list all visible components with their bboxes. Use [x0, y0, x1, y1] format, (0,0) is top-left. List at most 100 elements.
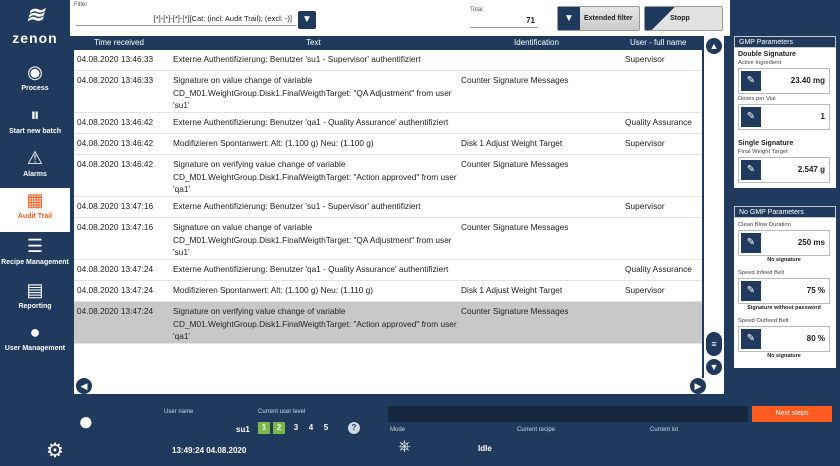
sidebar-item-label: Alarms [23, 171, 47, 178]
pencil-icon: ✎ [741, 233, 761, 253]
sidebar-item-recipe-management[interactable]: ☰ Recipe Management [0, 234, 70, 276]
filter-button[interactable]: ▼ [298, 11, 316, 29]
pencil-icon: ✎ [741, 71, 761, 91]
next-steps-button[interactable]: Next steps [752, 406, 832, 422]
horizontal-scrollbar[interactable]: ◀ ▶ [74, 378, 724, 394]
table-row[interactable]: 04.08.2020 13:46:33 Signature on value ch… [74, 71, 702, 113]
cell-text: Externe Authentifizierung: Benutzer 'qa1… [173, 264, 449, 274]
double-signature-heading: Double Signature [738, 51, 796, 58]
infeed-label: Speed Infeed Belt [738, 270, 785, 276]
message-line [388, 406, 748, 422]
table-row[interactable]: 04.08.2020 13:46:42 Externe Authentifizie… [74, 113, 702, 134]
cell-time: 04.08.2020 13:46:33 [77, 75, 154, 85]
scroll-up-button[interactable]: ▲ [706, 38, 722, 54]
help-icon[interactable]: ? [348, 422, 360, 434]
table-row[interactable]: 04.08.2020 13:47:24 Modifizieren Spontanw… [74, 281, 702, 302]
active-ingredient-field[interactable]: ✎ 23.40 mg [738, 68, 830, 94]
cell-time: 04.08.2020 13:46:33 [77, 54, 154, 64]
funnel-icon: ▼ [302, 14, 312, 25]
doses-field[interactable]: ✎ 1 [738, 104, 830, 130]
pencil-icon: ✎ [741, 329, 761, 349]
doses-label: Doses per Vial [738, 96, 776, 102]
column-header-text[interactable]: Text [306, 38, 321, 47]
sidebar-item-label: Audit Trail [17, 213, 53, 220]
pencil-icon: ✎ [741, 160, 761, 180]
cell-time: 04.08.2020 13:47:16 [77, 222, 154, 232]
gmp-parameters-panel: GMP Parameters Double Signature Active I… [734, 36, 836, 188]
scroll-down-button[interactable]: ▼ [706, 359, 722, 375]
final-weight-label: Final Weight Target [738, 149, 788, 155]
outfeed-note: No signature [767, 353, 801, 359]
chevron-down-icon: ▼ [709, 362, 719, 372]
current-lot-label: Current lot [650, 427, 679, 433]
cell-user: Supervisor [625, 201, 665, 211]
table-row[interactable]: 04.08.2020 13:46:33 Externe Authentifizie… [74, 50, 702, 71]
table-row[interactable]: 04.08.2020 13:47:16 Signature on value ch… [74, 218, 702, 260]
cell-text: Signature on value change of variable CD… [173, 222, 452, 257]
table-row[interactable]: 04.08.2020 13:46:42 Signature on verifyin… [74, 155, 702, 197]
cell-user: Quality Assurance [625, 117, 692, 127]
table-row[interactable]: 04.08.2020 13:46:42 Modifizieren Spontanw… [74, 134, 702, 155]
infeed-field[interactable]: ✎ 75 % [738, 278, 830, 304]
user-level-4: 4 [308, 423, 314, 432]
cell-time: 04.08.2020 13:47:24 [77, 306, 154, 316]
cell-text: Externe Authentifizierung: Benutzer 'qa1… [173, 117, 449, 127]
user-name-label: User name [164, 409, 194, 415]
no-gmp-title: No GMP Parameters [734, 206, 836, 218]
current-datetime: 13:49:24 04.08.2020 [172, 446, 247, 455]
cell-identification: Counter Signature Messages [461, 222, 569, 232]
sidebar-item-audit-trail[interactable]: ▦ Audit Trail [0, 188, 70, 232]
sidebar-item-reporting[interactable]: ▤ Reporting [0, 278, 70, 320]
sidebar-item-alarms[interactable]: ⚠ Alarms [0, 146, 70, 188]
pause-icon: ⏸ [30, 105, 40, 125]
chevron-up-icon: ▲ [709, 41, 719, 51]
logo-mark: ≋ [25, 2, 45, 27]
mode-value: Idle [478, 444, 492, 453]
column-header-user[interactable]: User - full name [630, 38, 686, 47]
user-level-5: 5 [323, 423, 329, 432]
vertical-scrollbar[interactable]: ▲ ≡ ▼ [704, 36, 724, 378]
clean-blow-field[interactable]: ✎ 250 ms [738, 230, 830, 256]
extended-filter-button[interactable]: ▼ Extended filter [557, 6, 640, 31]
outfeed-field[interactable]: ✎ 80 % [738, 326, 830, 352]
pencil-icon: ✎ [741, 107, 761, 127]
user-level-1: 1 [258, 422, 270, 434]
cell-user: Supervisor [625, 54, 665, 64]
column-header-identification[interactable]: Identification [514, 38, 559, 47]
table-row[interactable]: 04.08.2020 13:47:16 Externe Authentifizie… [74, 197, 702, 218]
scroll-right-button[interactable]: ▶ [690, 378, 706, 394]
gear-icon[interactable]: ⚙ [46, 438, 64, 463]
cell-identification: Counter Signature Messages [461, 159, 569, 169]
clean-blow-note: No signature [767, 257, 801, 263]
cell-user: Quality Assurance [625, 264, 692, 274]
zenon-logo: ≋ zenon [0, 0, 70, 54]
user-level-label: Current user level [258, 409, 306, 415]
status-bar: ● ⚙ User name su1 Current user level 1 2… [0, 400, 840, 466]
stopp-button[interactable]: Stopp [644, 6, 723, 31]
final-weight-field[interactable]: ✎ 2.547 g [738, 157, 830, 183]
table-row[interactable]: 04.08.2020 13:47:24 Signature on verifyin… [74, 302, 702, 344]
sidebar-item-process[interactable]: ◉ Process [0, 60, 70, 102]
user-name: su1 [236, 425, 250, 434]
gmp-title: GMP Parameters [734, 36, 836, 48]
cell-time: 04.08.2020 13:47:24 [77, 285, 154, 295]
sidebar-item-label: Process [21, 85, 49, 92]
active-ingredient-value: 23.40 mg [790, 76, 825, 85]
cell-identification: Counter Signature Messages [461, 306, 569, 316]
doses-value: 1 [820, 112, 825, 121]
cell-text: Signature on verifying value change of v… [173, 306, 457, 341]
sidebar-item-start-new-batch[interactable]: ⏸ Start new batch [0, 103, 70, 145]
sidebar-item-user-management[interactable]: ● User Management [0, 320, 70, 362]
column-header-time[interactable]: Time received [94, 38, 144, 47]
cell-user: Supervisor [625, 285, 665, 295]
scroll-thumb[interactable]: ≡ [706, 332, 722, 356]
filter-input[interactable]: [*]-[*]-[*]-[*][Cat: (incl: Audit Trail)… [76, 12, 296, 26]
menu-icon: ≡ [711, 339, 717, 349]
scroll-left-button[interactable]: ◀ [76, 378, 92, 394]
single-signature-heading: Single Signature [738, 140, 794, 147]
final-weight-value: 2.547 g [797, 165, 825, 174]
steering-wheel-icon: ⎈ [398, 438, 411, 455]
chevron-left-icon: ◀ [80, 381, 88, 391]
cell-text: Externe Authentifizierung: Benutzer 'su1… [173, 201, 421, 211]
table-row[interactable]: 04.08.2020 13:47:24 Externe Authentifizie… [74, 260, 702, 281]
